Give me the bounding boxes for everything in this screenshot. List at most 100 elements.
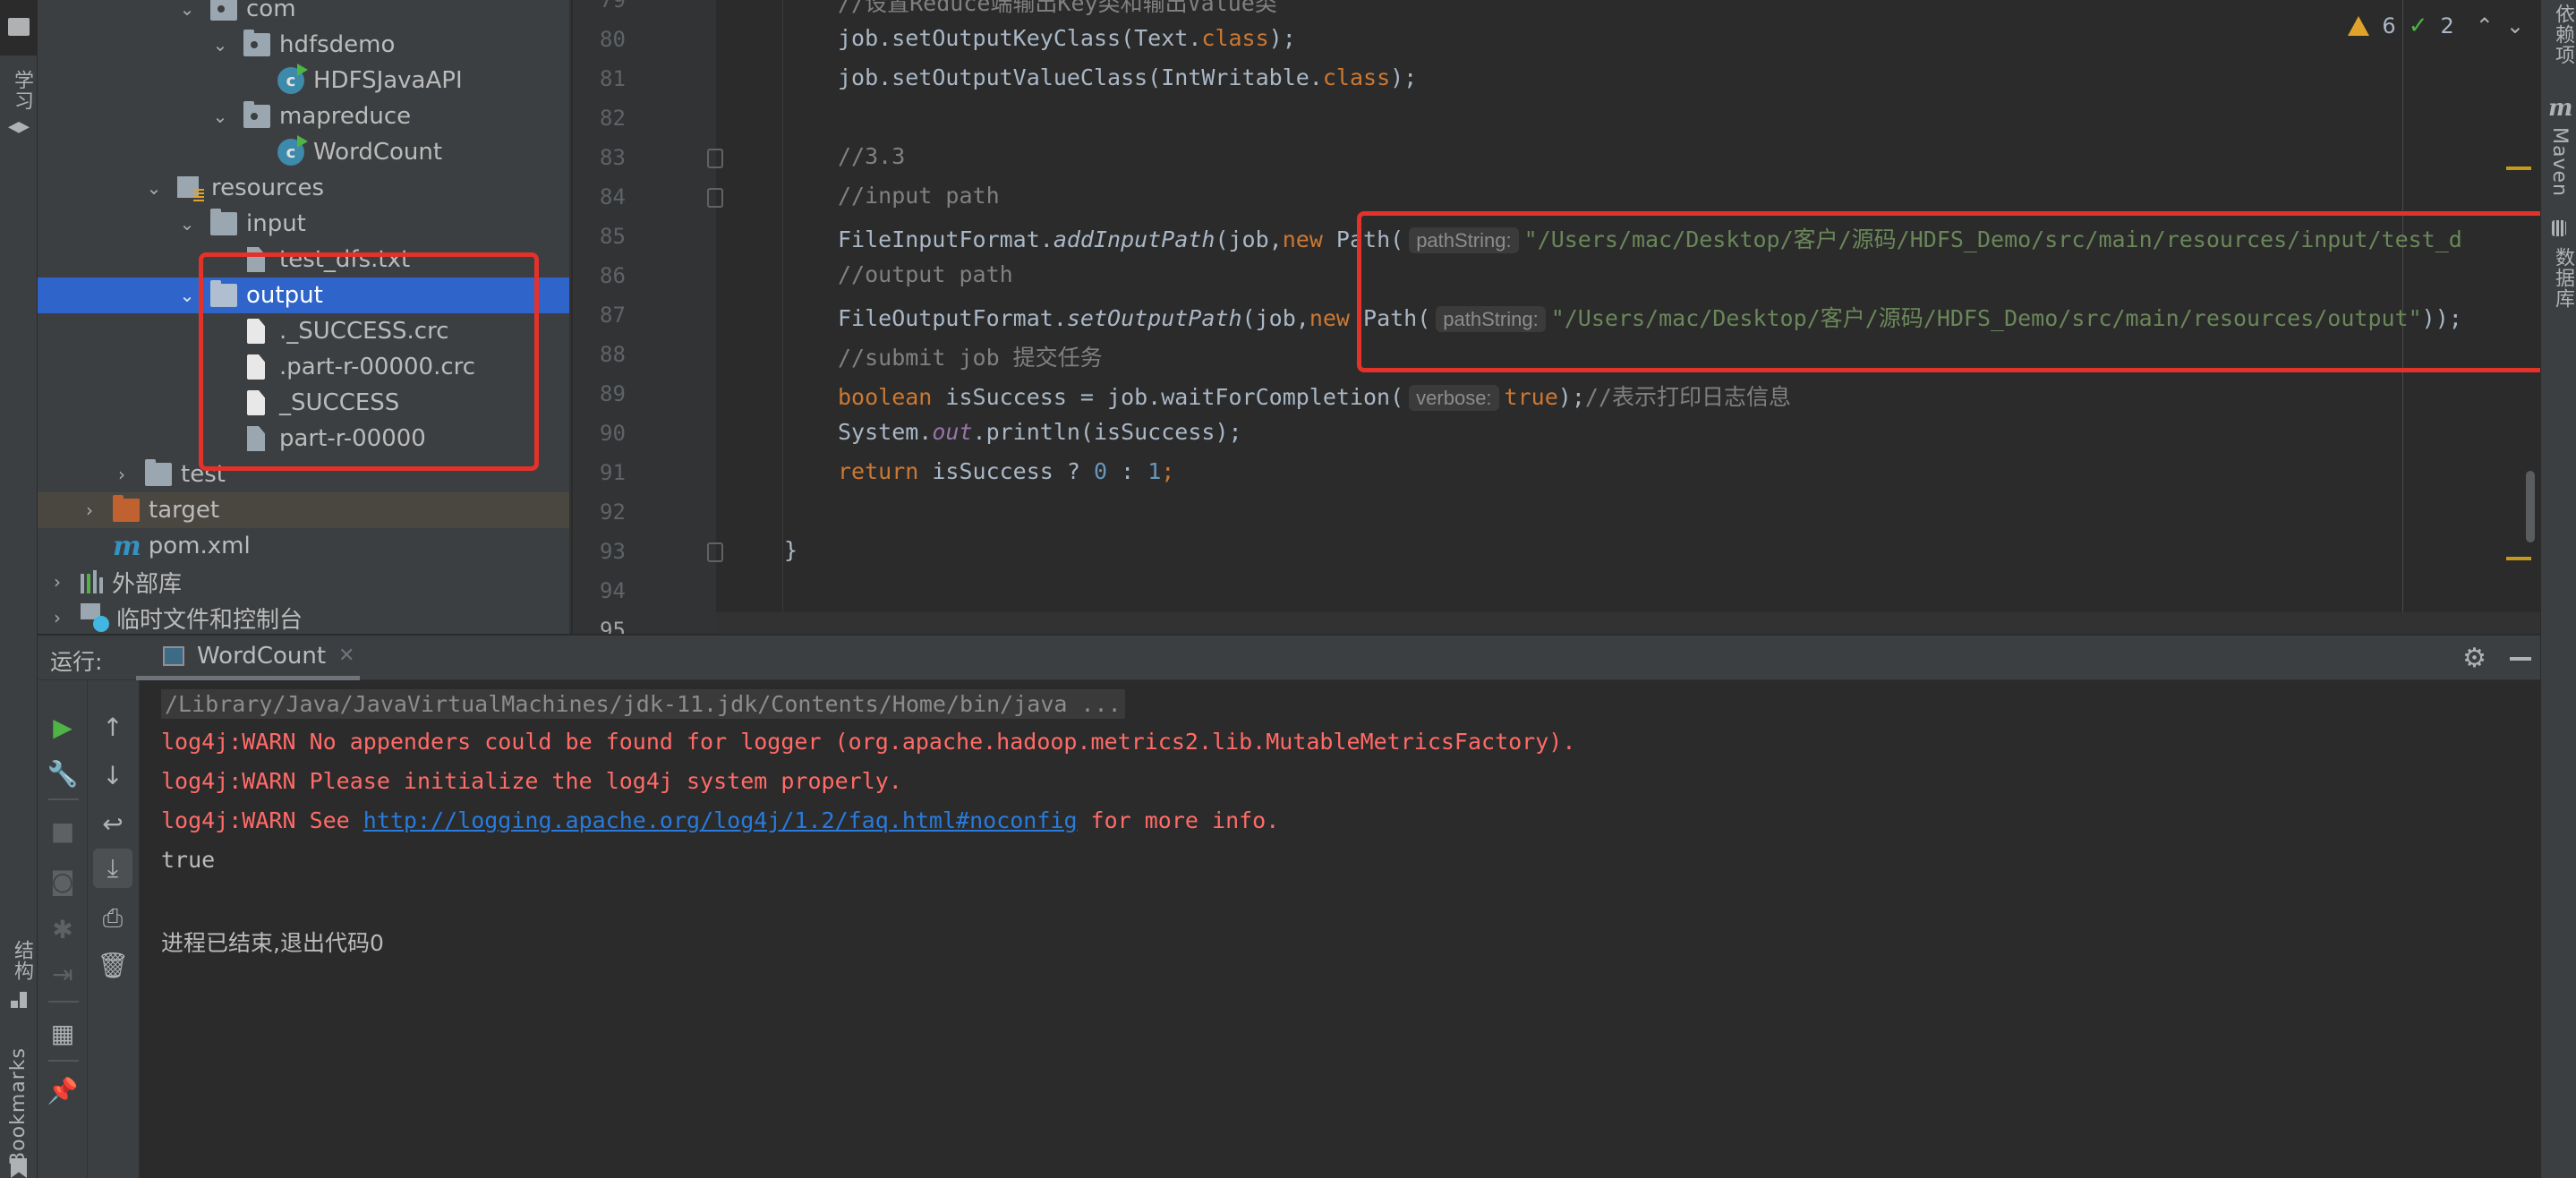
tree-item-part-r-00000[interactable]: part-r-00000 — [38, 421, 569, 457]
tree-item-label: test — [181, 461, 226, 488]
editor-scrollbar[interactable] — [2526, 471, 2535, 542]
code-line-81: job.setOutputValueClass(IntWritable.clas… — [838, 64, 1418, 90]
code-editor[interactable]: 79 //设置Reduce端输出Key类和输出Value类 80 job.set… — [573, 0, 2540, 634]
maven-tool-label[interactable]: Maven — [2548, 127, 2571, 197]
java-class-icon: c — [277, 135, 308, 166]
graduation-cap-icon — [8, 122, 30, 133]
maven-icon: m — [2548, 95, 2573, 122]
chevron-down-icon[interactable]: ⌄ — [209, 34, 231, 55]
project-tool-button[interactable] — [0, 0, 38, 55]
tree-item-mapreduce[interactable]: ⌄ mapreduce — [38, 98, 569, 134]
tree-item-test[interactable]: › test — [38, 457, 569, 492]
login-icon[interactable]: ⇥ — [38, 954, 88, 994]
tree-item-label: test_dfs.txt — [279, 246, 411, 273]
dependencies-tool-label[interactable]: 依赖项 — [2548, 4, 2576, 65]
scroll-to-end-icon[interactable]: ⤓ — [93, 849, 132, 888]
tree-item-label: _SUCCESS — [279, 389, 400, 416]
close-icon[interactable]: ✕ — [338, 644, 354, 667]
folder-icon — [8, 18, 30, 36]
fold-toggle-icon[interactable] — [707, 542, 723, 562]
line-number: 88 — [600, 342, 626, 367]
tree-item-external-libraries[interactable]: › 外部库 — [38, 564, 569, 600]
error-stripe-marker[interactable] — [2506, 557, 2531, 560]
tree-item-part-crc[interactable]: .part-r-00000.crc — [38, 349, 569, 385]
right-tool-stripe: 依赖项 m Maven 数据库 — [2540, 0, 2576, 1178]
camera-icon[interactable]: ◙ — [38, 861, 88, 901]
structure-tool-label[interactable]: 结构 — [7, 940, 36, 981]
code-comment: //output path — [838, 261, 1013, 287]
chevron-right-icon[interactable]: › — [79, 499, 100, 521]
pin-icon[interactable]: 📌 — [38, 1071, 88, 1110]
run-toolbar-primary: ▶ 🔧 ■ ◙ ✱ ⇥ ▦ 📌 — [38, 680, 88, 1178]
previous-highlight-icon[interactable]: ⌃ — [2476, 13, 2494, 38]
run-toolbar-secondary: ↑ ↓ ↩ ⤓ ⎙ 🗑 — [88, 680, 140, 1178]
inspection-status[interactable]: 6 ✓ 2 ⌃ ⌄ — [2348, 13, 2524, 39]
run-tab-wordcount[interactable]: WordCount ✕ — [136, 636, 360, 680]
chevron-right-icon[interactable]: › — [111, 464, 132, 485]
console-result: true — [161, 847, 216, 873]
rerun-icon[interactable]: ▶ — [38, 707, 88, 747]
parameter-hint: pathString: — [1436, 306, 1546, 332]
soft-wrap-icon[interactable]: ↩ — [88, 804, 138, 843]
layout-icon[interactable]: ▦ — [38, 1013, 88, 1053]
gear-icon[interactable]: ⚙ — [2462, 643, 2486, 674]
minimize-icon[interactable] — [2510, 656, 2531, 661]
chevron-down-icon[interactable]: ⌄ — [176, 285, 198, 306]
line-number: 94 — [600, 578, 626, 603]
code-line-91: return isSuccess ? 0 : 1; — [838, 458, 1175, 484]
tree-item-test-dfs-txt[interactable]: test_dfs.txt — [38, 242, 569, 277]
tree-item-success-crc[interactable]: ._SUCCESS.crc — [38, 313, 569, 349]
tree-item-com[interactable]: ⌄ com — [38, 0, 569, 27]
tree-item-pom-xml[interactable]: m pom.xml — [38, 528, 569, 564]
code-comment: //input path — [838, 183, 1000, 209]
code-closing-brace: } — [784, 537, 798, 563]
line-number: 95 — [600, 618, 626, 634]
tree-item-label: com — [246, 0, 296, 22]
chevron-down-icon[interactable]: ⌄ — [176, 213, 198, 235]
chevron-right-icon[interactable]: › — [47, 571, 68, 593]
code-line-89: boolean isSuccess = job.waitForCompletio… — [838, 384, 1791, 411]
wrench-icon[interactable]: 🔧 — [38, 754, 88, 793]
fold-toggle-icon[interactable] — [707, 188, 723, 208]
line-number: 84 — [600, 184, 626, 209]
line-number: 81 — [600, 66, 626, 91]
console-output[interactable]: /Library/Java/JavaVirtualMachines/jdk-11… — [140, 680, 2540, 1178]
tree-item-target[interactable]: › target — [38, 492, 569, 528]
fold-toggle-icon[interactable] — [707, 149, 723, 168]
tree-item-label: output — [246, 282, 323, 309]
tree-item-resources[interactable]: ⌄ resources — [38, 170, 569, 206]
tree-item-output[interactable]: ⌄ output — [38, 277, 569, 313]
debug-icon[interactable]: ✱ — [38, 909, 88, 949]
database-tool-label[interactable]: 数据库 — [2548, 247, 2576, 309]
arrow-down-icon[interactable]: ↓ — [88, 755, 138, 795]
tree-item-hdfsdemo[interactable]: ⌄ hdfsdemo — [38, 27, 569, 63]
bookmarks-tool-label[interactable]: Bookmarks — [7, 1047, 30, 1165]
text-file-icon — [247, 247, 265, 272]
learn-tool-label[interactable]: 学习 — [7, 70, 36, 111]
arrow-up-icon[interactable]: ↑ — [88, 707, 138, 747]
tree-item-hdfsjavaapi[interactable]: c HDFSJavaAPI — [38, 63, 569, 98]
tree-item-scratches[interactable]: › 临时文件和控制台 — [38, 600, 569, 634]
run-tab-label: WordCount — [197, 642, 327, 670]
separator — [48, 1060, 79, 1062]
chevron-right-icon[interactable]: › — [47, 607, 68, 628]
trash-icon[interactable]: 🗑 — [88, 945, 138, 985]
tree-item-input[interactable]: ⌄ input — [38, 206, 569, 242]
tree-item-wordcount[interactable]: c WordCount — [38, 134, 569, 170]
maven-icon: m — [113, 530, 141, 562]
tree-item-success[interactable]: _SUCCESS — [38, 385, 569, 421]
print-icon[interactable]: ⎙ — [88, 899, 138, 938]
chevron-down-icon[interactable]: ⌄ — [176, 0, 198, 20]
console-warning: log4j:WARN See http://logging.apache.org… — [161, 807, 1280, 833]
chevron-down-icon[interactable]: ⌄ — [143, 177, 165, 199]
next-highlight-icon[interactable]: ⌄ — [2506, 13, 2524, 38]
scratches-icon — [81, 603, 109, 632]
tree-item-label: 外部库 — [112, 570, 183, 598]
line-number: 92 — [600, 499, 626, 525]
warning-count: 6 — [2382, 13, 2396, 38]
log4j-faq-link[interactable]: http://logging.apache.org/log4j/1.2/faq.… — [363, 807, 1078, 833]
error-stripe-marker[interactable] — [2506, 166, 2531, 170]
console-command-line[interactable]: /Library/Java/JavaVirtualMachines/jdk-11… — [161, 689, 1125, 719]
stop-icon[interactable]: ■ — [38, 811, 88, 850]
chevron-down-icon[interactable]: ⌄ — [209, 106, 231, 127]
